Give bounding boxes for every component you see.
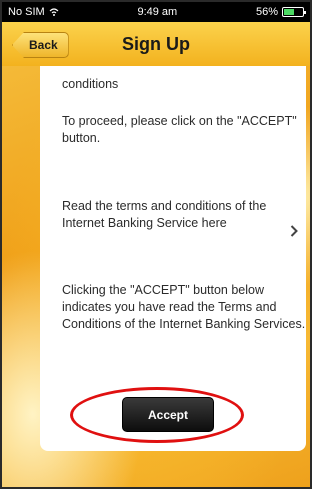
battery-percent: 56% xyxy=(255,6,278,18)
status-left: No SIM xyxy=(8,6,59,18)
chevron-right-icon[interactable] xyxy=(290,225,298,237)
app-screen: No SIM 9:49 am 56% Back Sign Up conditio… xyxy=(0,0,312,489)
battery-fill xyxy=(284,9,294,15)
terms-card: conditions To proceed, please click on t… xyxy=(40,66,306,451)
navigation-bar: Back Sign Up xyxy=(2,22,310,66)
accept-button[interactable]: Accept xyxy=(122,397,214,432)
wifi-icon xyxy=(49,8,59,16)
clock-label: 9:49 am xyxy=(137,6,178,18)
proceed-instructions: To proceed, please click on the "ACCEPT"… xyxy=(62,114,297,145)
carrier-label: No SIM xyxy=(8,6,45,18)
terms-link-text[interactable]: Read the terms and conditions of the Int… xyxy=(62,198,272,232)
back-button[interactable]: Back xyxy=(12,32,69,58)
page-title: Sign Up xyxy=(122,33,190,54)
acceptance-notice: Clicking the "ACCEPT" button below indic… xyxy=(62,283,306,331)
status-bar: No SIM 9:49 am 56% xyxy=(2,2,310,22)
battery-icon xyxy=(282,7,306,17)
status-right: 56% xyxy=(255,6,306,18)
terms-text-continued: conditions xyxy=(62,77,119,91)
